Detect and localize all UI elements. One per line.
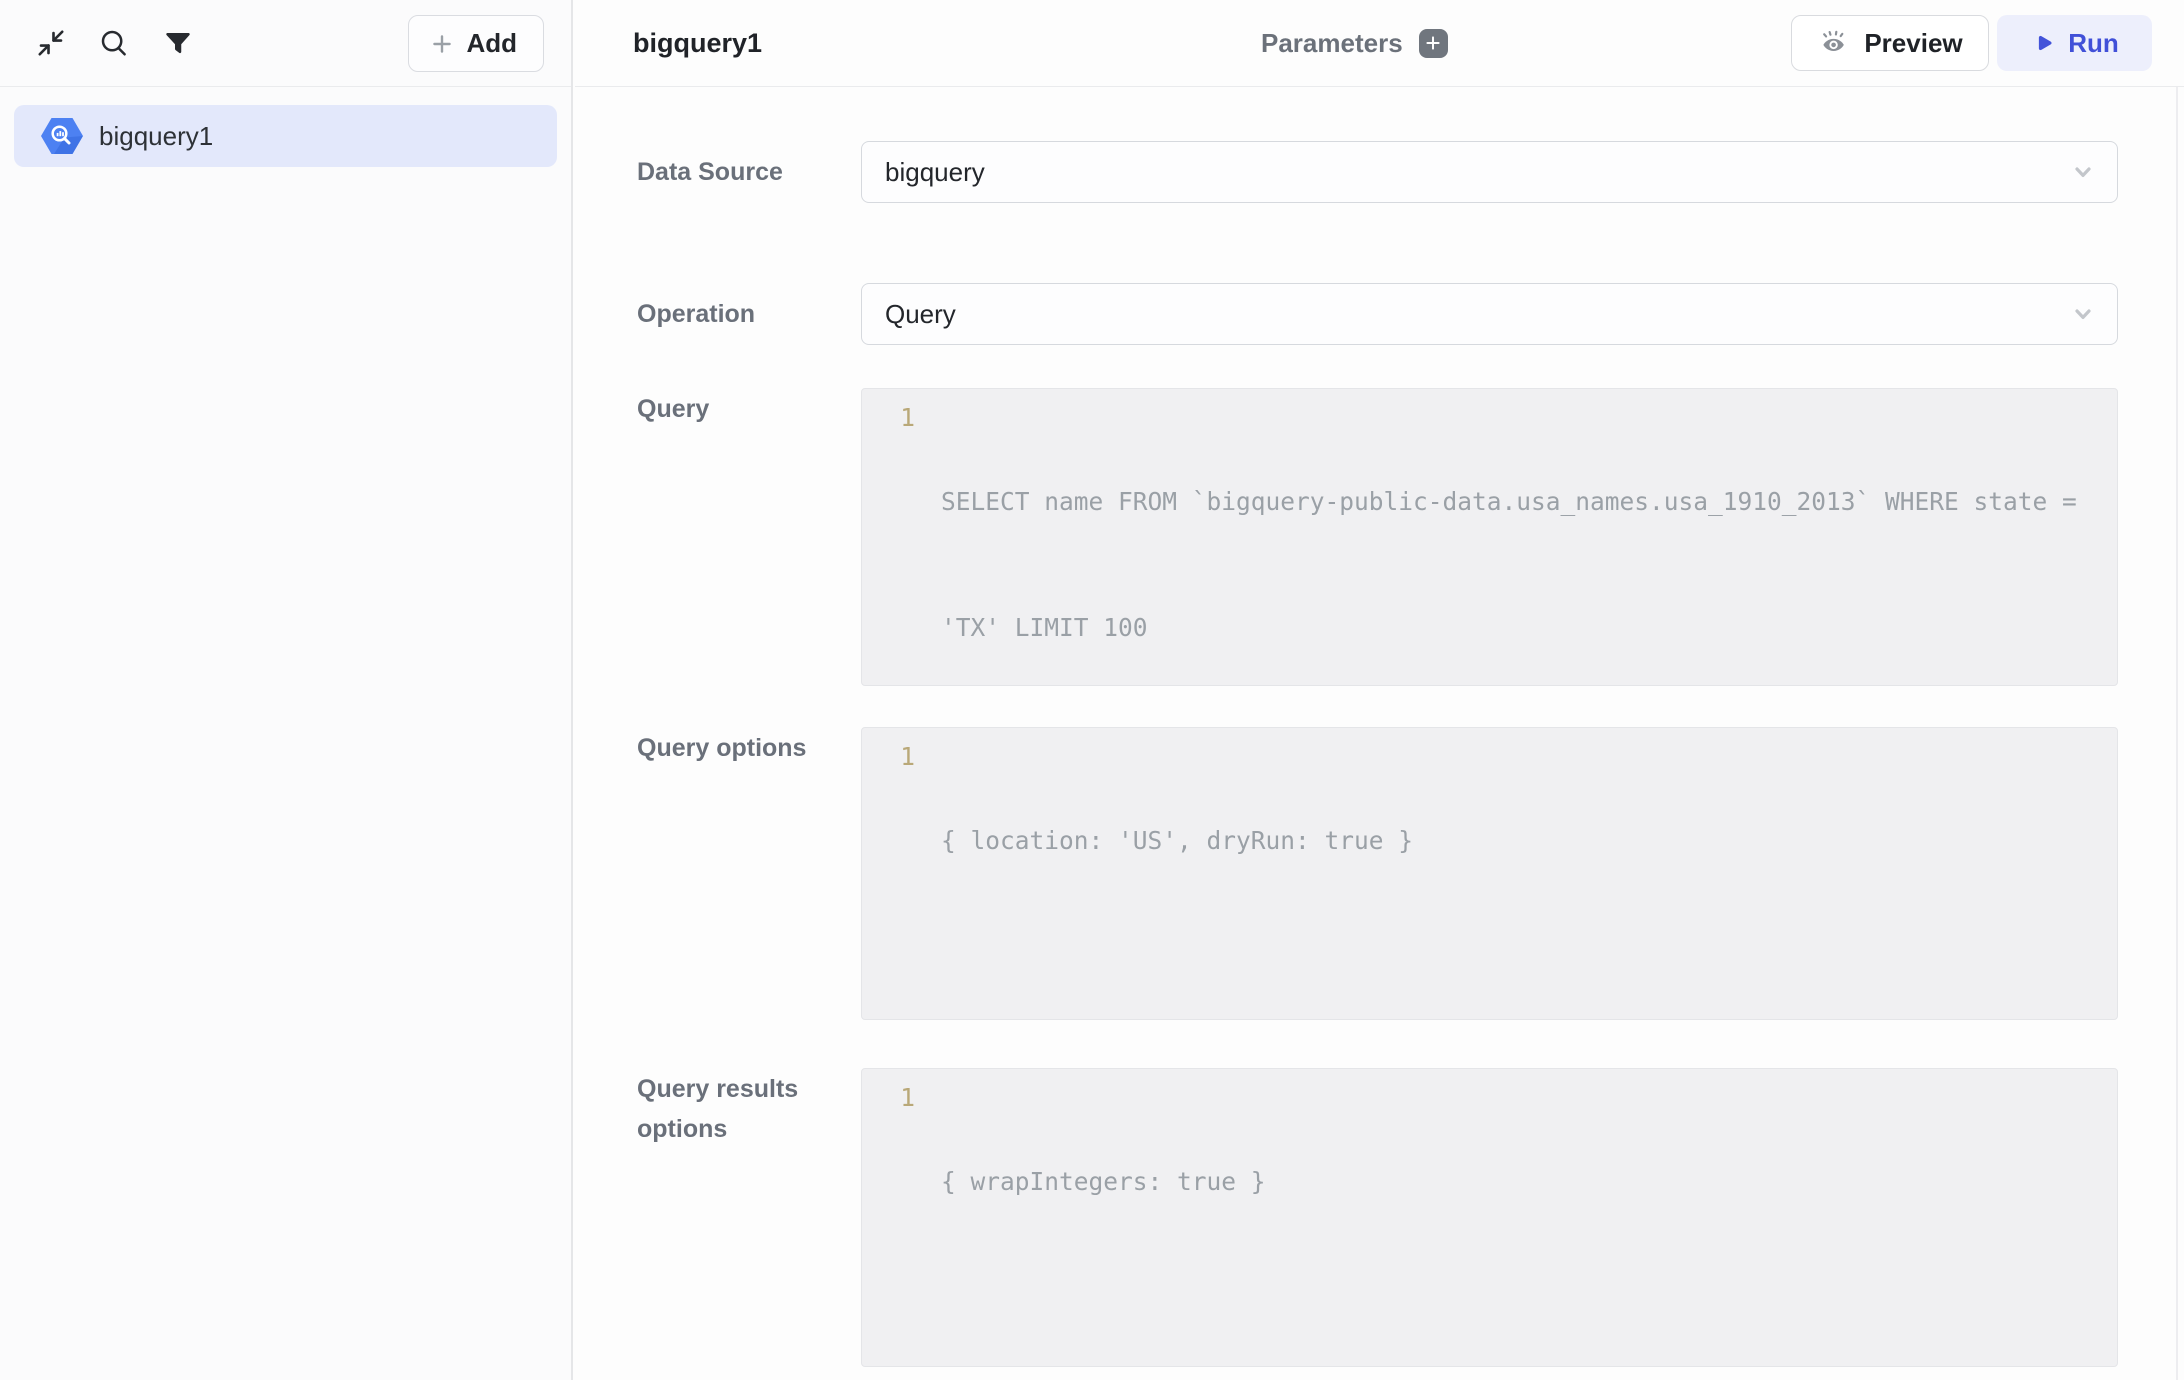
data-source-label: Data Source	[637, 141, 849, 203]
parameters-group: Parameters	[1261, 0, 1448, 86]
chevron-down-icon	[2069, 158, 2097, 186]
eye-icon	[1817, 28, 1851, 58]
operation-label: Operation	[637, 283, 849, 345]
page-title: bigquery1	[633, 0, 762, 86]
run-button[interactable]: Run	[1997, 15, 2152, 71]
collapse-panel-icon[interactable]	[36, 28, 66, 58]
preview-button[interactable]: Preview	[1791, 15, 1989, 71]
query-label: Query	[637, 389, 849, 429]
line-number: 1	[862, 397, 915, 733]
query-code-editor[interactable]: 1 SELECT name FROM `bigquery-public-data…	[861, 388, 2118, 686]
parameters-label: Parameters	[1261, 28, 1403, 59]
sidebar-toolbar: Add	[0, 0, 571, 87]
data-source-value: bigquery	[885, 157, 985, 188]
add-query-button[interactable]: Add	[408, 15, 544, 72]
run-button-label: Run	[2068, 28, 2119, 59]
main-header: bigquery1 Parameters	[575, 0, 2184, 87]
query-code-line: 'TX' LIMIT 100	[941, 607, 2077, 649]
query-item-label: bigquery1	[99, 121, 213, 152]
line-number: 1	[862, 1077, 915, 1287]
filter-icon[interactable]	[163, 28, 193, 58]
sidebar: Add bigquery1	[0, 0, 573, 1380]
play-icon	[2030, 30, 2056, 56]
preview-button-label: Preview	[1864, 28, 1962, 59]
data-source-select[interactable]: bigquery	[861, 141, 2118, 203]
query-list-item-bigquery1[interactable]: bigquery1	[14, 105, 557, 167]
plus-icon	[429, 31, 455, 57]
search-icon[interactable]	[99, 28, 129, 58]
query-results-options-label: Query results options	[637, 1069, 849, 1149]
query-options-editor[interactable]: 1 { location: 'US', dryRun: true }	[861, 727, 2118, 1020]
query-options-label: Query options	[637, 728, 849, 768]
main-panel: bigquery1 Parameters	[575, 0, 2184, 1380]
query-results-options-code-line: { wrapIntegers: true }	[941, 1161, 1266, 1203]
add-button-label: Add	[466, 28, 517, 59]
operation-select[interactable]: Query	[861, 283, 2118, 345]
query-results-options-editor[interactable]: 1 { wrapIntegers: true }	[861, 1068, 2118, 1367]
bigquery-icon	[40, 117, 84, 155]
chevron-down-icon	[2069, 300, 2097, 328]
scrollbar-track[interactable]	[2176, 87, 2178, 1380]
operation-value: Query	[885, 299, 956, 330]
line-number: 1	[862, 736, 915, 946]
add-parameter-button[interactable]	[1419, 29, 1448, 58]
query-code-line: SELECT name FROM `bigquery-public-data.u…	[941, 481, 2077, 523]
query-options-code-line: { location: 'US', dryRun: true }	[941, 820, 1413, 862]
